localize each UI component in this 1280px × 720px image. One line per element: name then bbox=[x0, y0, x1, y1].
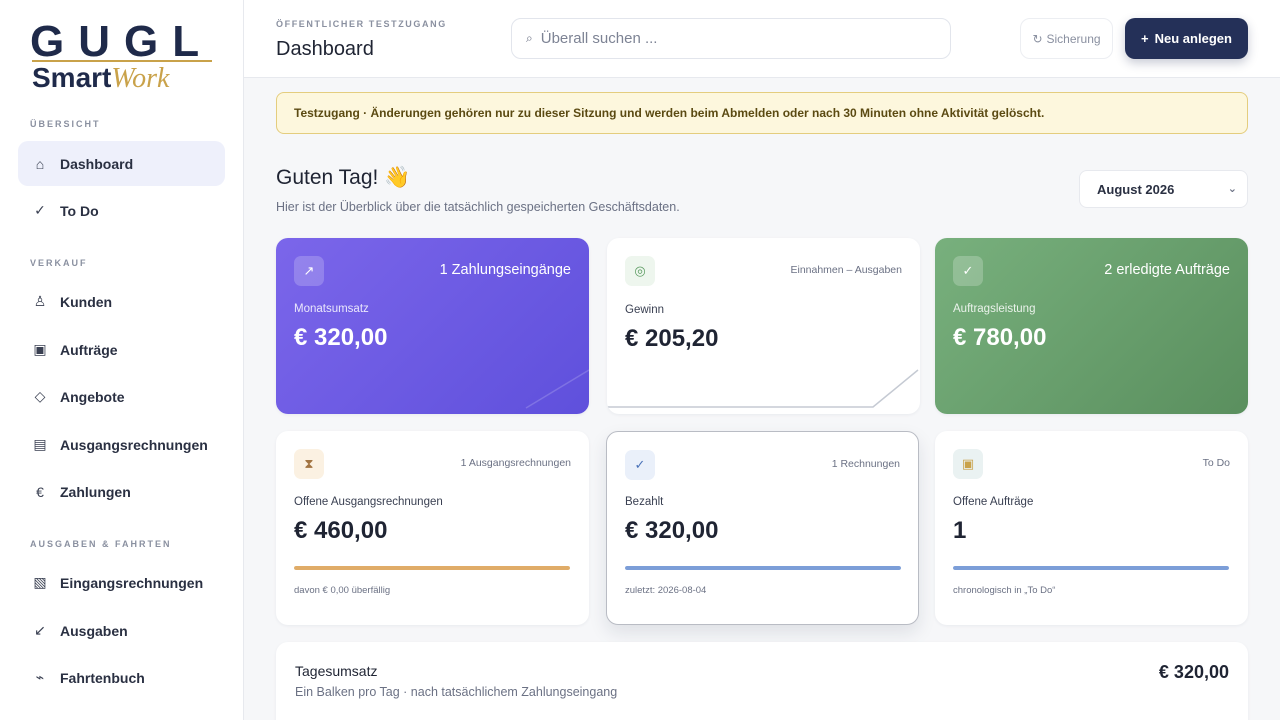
sidebar-item-quotes[interactable]: ◇ Angebote bbox=[18, 374, 225, 419]
backup-button-label: Sicherung bbox=[1046, 31, 1101, 46]
sidebar-item-label: Kunden bbox=[60, 293, 113, 310]
check-icon: ✓ bbox=[953, 256, 983, 286]
app-logo[interactable]: GUGL SmartWork bbox=[30, 17, 214, 94]
sidebar-item-orders[interactable]: ▣ Aufträge bbox=[18, 327, 225, 372]
progress-bar bbox=[953, 566, 1229, 570]
incoming-invoice-icon: ▧ bbox=[33, 574, 47, 590]
card-footnote: davon € 0,00 überfällig bbox=[294, 585, 391, 596]
card-value: € 320,00 bbox=[625, 517, 719, 544]
daily-revenue-panel: Tagesumsatz Ein Balken pro Tag · nach ta… bbox=[276, 642, 1248, 720]
test-access-banner: Testzugang · Änderungen gehören nur zu d… bbox=[276, 92, 1248, 134]
progress-fill bbox=[294, 566, 570, 570]
sidebar-item-expenses[interactable]: ↙ Ausgaben bbox=[18, 608, 225, 653]
card-meta: 1 Ausgangsrechnungen bbox=[460, 457, 571, 469]
sidebar-item-todo[interactable]: ✓ To Do bbox=[18, 188, 225, 233]
sidebar-item-label: Zahlungen bbox=[60, 483, 131, 500]
card-order-performance[interactable]: ✓ 2 erledigte Aufträge Auftragsleistung … bbox=[935, 238, 1248, 414]
card-footnote: chronologisch in „To Do“ bbox=[953, 585, 1056, 596]
progress-bar bbox=[294, 566, 570, 570]
month-select-value: August 2026 bbox=[1097, 181, 1175, 197]
create-new-button[interactable]: + Neu anlegen bbox=[1125, 18, 1248, 59]
card-profit[interactable]: ◎ Einnahmen – Ausgaben Gewinn € 205,20 bbox=[607, 238, 920, 414]
invoice-icon: ▤ bbox=[33, 436, 47, 452]
logo-work: Work bbox=[111, 63, 170, 94]
page-title: Dashboard bbox=[276, 38, 374, 60]
backup-button[interactable]: ↻ Sicherung bbox=[1020, 18, 1113, 59]
sidebar-item-label: Angebote bbox=[60, 388, 125, 405]
plus-icon: + bbox=[1141, 31, 1149, 46]
panel-value: € 320,00 bbox=[1158, 662, 1229, 682]
sidebar-item-incoming-invoices[interactable]: ▧ Eingangsrechnungen bbox=[18, 560, 225, 605]
route-icon: ⌁ bbox=[35, 669, 45, 685]
card-label: Offene Aufträge bbox=[953, 496, 1034, 508]
home-icon: ⌂ bbox=[35, 155, 45, 172]
euro-icon: € bbox=[36, 483, 44, 500]
sidebar-item-outgoing-invoices[interactable]: ▤ Ausgangsrechnungen bbox=[18, 422, 225, 467]
top-header: ÖFFENTLICHER TESTZUGANG Dashboard ⌕ ↻ Si… bbox=[244, 0, 1280, 78]
chevron-down-icon: ⌄ bbox=[1227, 183, 1237, 195]
card-meta: To Do bbox=[1202, 457, 1230, 469]
header-eyebrow: ÖFFENTLICHER TESTZUGANG bbox=[276, 19, 447, 29]
sidebar-item-label: Fahrtenbuch bbox=[60, 669, 145, 686]
progress-fill bbox=[625, 566, 901, 570]
card-value: € 780,00 bbox=[953, 324, 1047, 351]
panel-title: Tagesumsatz bbox=[295, 663, 378, 679]
month-select[interactable]: August 2026 ⌄ bbox=[1079, 170, 1248, 208]
card-footnote: zuletzt: 2026-08-04 bbox=[625, 585, 707, 596]
logo-subline: SmartWork bbox=[32, 64, 169, 93]
sidebar-item-logbook[interactable]: ⌁ Fahrtenbuch bbox=[18, 655, 225, 700]
greeting-subtitle: Hier ist der Überblick über die tatsächl… bbox=[276, 200, 680, 214]
sidebar-item-label: To Do bbox=[60, 202, 99, 219]
card-sparkline bbox=[607, 369, 919, 408]
logo-wordmark: GUGL bbox=[30, 17, 214, 66]
card-label: Auftragsleistung bbox=[953, 303, 1036, 315]
sidebar-item-label: Aufträge bbox=[60, 341, 118, 358]
sidebar-item-label: Dashboard bbox=[60, 155, 134, 172]
sidebar-item-payments[interactable]: € Zahlungen bbox=[18, 469, 225, 514]
check-icon: ✓ bbox=[34, 202, 46, 218]
sidebar: GUGL SmartWork ÜBERSICHT ⌂ Dashboard ✓ T… bbox=[0, 0, 244, 720]
greeting-title: Guten Tag! 👋 bbox=[276, 166, 411, 189]
card-label: Bezahlt bbox=[625, 496, 664, 508]
card-open-orders[interactable]: ▣ To Do Offene Aufträge 1 chronologisch … bbox=[935, 431, 1248, 625]
box-icon: ▣ bbox=[953, 449, 983, 479]
card-sparkline bbox=[525, 369, 589, 409]
refresh-icon: ↻ bbox=[1032, 31, 1043, 46]
search-input[interactable] bbox=[540, 30, 921, 47]
progress-fill bbox=[953, 566, 1229, 570]
check-icon: ✓ bbox=[625, 450, 655, 480]
sidebar-item-customers[interactable]: ♙ Kunden bbox=[18, 279, 225, 324]
sidebar-item-label: Eingangsrechnungen bbox=[60, 574, 204, 591]
box-icon: ▣ bbox=[33, 341, 47, 357]
sidebar-item-dashboard[interactable]: ⌂ Dashboard bbox=[18, 141, 225, 186]
panel-subtitle: Ein Balken pro Tag · nach tatsächlichem … bbox=[295, 685, 618, 699]
progress-bar bbox=[625, 566, 901, 570]
card-monthly-revenue[interactable]: ↗ 1 Zahlungseingänge Monatsumsatz € 320,… bbox=[276, 238, 589, 414]
nav-section-sales: VERKAUF bbox=[30, 258, 88, 268]
card-value: € 460,00 bbox=[294, 517, 388, 544]
card-meta: 2 erledigte Aufträge bbox=[1104, 262, 1230, 278]
user-icon: ♙ bbox=[33, 293, 47, 309]
diamond-icon: ◇ bbox=[34, 388, 46, 404]
sidebar-item-label: Ausgangsrechnungen bbox=[60, 436, 208, 453]
nav-section-overview: ÜBERSICHT bbox=[30, 119, 101, 129]
card-label: Offene Ausgangsrechnungen bbox=[294, 496, 443, 508]
sidebar-item-label: Ausgaben bbox=[60, 622, 128, 639]
hourglass-icon: ⧗ bbox=[294, 449, 324, 479]
card-open-invoices[interactable]: ⧗ 1 Ausgangsrechnungen Offene Ausgangsre… bbox=[276, 431, 589, 625]
search-icon: ⌕ bbox=[526, 31, 533, 45]
card-value: 1 bbox=[953, 517, 967, 544]
card-meta: 1 Rechnungen bbox=[831, 458, 900, 470]
search-box[interactable]: ⌕ bbox=[511, 18, 951, 59]
logo-smart: Smart bbox=[32, 62, 112, 93]
arrow-down-left-icon: ↙ bbox=[34, 622, 46, 638]
nav-section-expenses: AUSGABEN & FAHRTEN bbox=[30, 539, 172, 549]
card-paid[interactable]: ✓ 1 Rechnungen Bezahlt € 320,00 zuletzt:… bbox=[606, 431, 919, 625]
create-new-button-label: Neu anlegen bbox=[1154, 31, 1232, 46]
